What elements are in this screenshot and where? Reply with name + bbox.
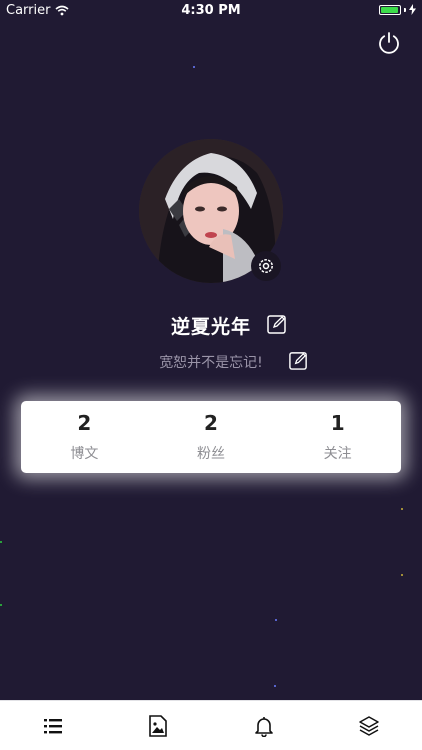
username: 逆夏光年 bbox=[170, 316, 251, 338]
particle bbox=[274, 685, 276, 687]
bio-row: 宽恕并不是忘记! bbox=[0, 349, 422, 373]
tab-images[interactable] bbox=[106, 701, 212, 750]
stat-following[interactable]: 1 关注 bbox=[274, 401, 401, 473]
edit-username-icon[interactable] bbox=[266, 313, 288, 335]
stat-posts[interactable]: 2 博文 bbox=[21, 401, 148, 473]
posts-label: 博文 bbox=[70, 446, 99, 462]
battery-tip bbox=[404, 7, 406, 12]
particle bbox=[401, 574, 403, 576]
following-count: 1 bbox=[330, 411, 345, 435]
stat-followers[interactable]: 2 粉丝 bbox=[148, 401, 275, 473]
particle bbox=[0, 604, 2, 606]
following-label: 关注 bbox=[323, 446, 352, 462]
particle bbox=[275, 619, 277, 621]
posts-count: 2 bbox=[77, 411, 92, 435]
image-icon bbox=[149, 714, 168, 737]
status-right bbox=[379, 4, 416, 15]
power-icon[interactable] bbox=[377, 31, 401, 55]
battery-level bbox=[381, 6, 399, 13]
charging-icon bbox=[409, 4, 416, 15]
followers-count: 2 bbox=[204, 411, 218, 435]
tab-bar bbox=[0, 700, 422, 750]
avatar-container bbox=[139, 139, 283, 283]
clock: 4:30 PM bbox=[181, 3, 241, 18]
bell-icon bbox=[254, 716, 273, 737]
edit-bio-icon[interactable] bbox=[288, 350, 309, 371]
stats-card: 2 博文 2 粉丝 1 关注 bbox=[21, 401, 401, 473]
avatar-settings-button[interactable] bbox=[251, 251, 281, 281]
username-row: 逆夏光年 bbox=[0, 310, 422, 340]
tab-list[interactable] bbox=[0, 701, 106, 750]
list-icon bbox=[43, 718, 62, 733]
battery-icon bbox=[379, 4, 401, 15]
status-bar: Carrier 4:30 PM bbox=[0, 0, 422, 22]
layers-icon bbox=[359, 715, 379, 736]
tab-notifications[interactable] bbox=[211, 701, 317, 750]
bio-text: 宽恕并不是忘记! bbox=[159, 355, 263, 371]
tab-layers[interactable] bbox=[317, 701, 422, 750]
gear-icon bbox=[259, 259, 273, 273]
particle bbox=[401, 508, 403, 510]
particle bbox=[193, 66, 195, 68]
particle bbox=[0, 541, 2, 543]
followers-label: 粉丝 bbox=[197, 446, 225, 462]
